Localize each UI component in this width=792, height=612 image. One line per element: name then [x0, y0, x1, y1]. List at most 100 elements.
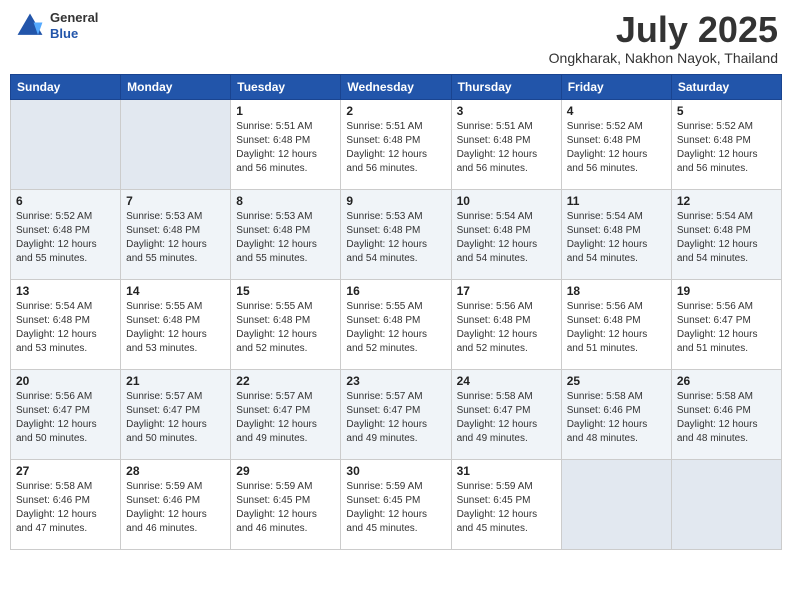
day-number: 27	[16, 464, 115, 478]
day-header-sunday: Sunday	[11, 74, 121, 99]
day-info: Sunrise: 5:56 AM Sunset: 6:48 PM Dayligh…	[457, 300, 556, 356]
page-header: General Blue July 2025 Ongkharak, Nakhon…	[10, 10, 782, 66]
day-cell: 26 Sunrise: 5:58 AM Sunset: 6:46 PM Dayli…	[671, 369, 781, 459]
day-info: Sunrise: 5:56 AM Sunset: 6:48 PM Dayligh…	[567, 300, 666, 356]
day-info: Sunrise: 5:52 AM Sunset: 6:48 PM Dayligh…	[677, 120, 776, 176]
day-cell: 8 Sunrise: 5:53 AM Sunset: 6:48 PM Daylig…	[231, 189, 341, 279]
day-number: 8	[236, 194, 335, 208]
day-cell: 19Sunrise: 5:56 AM Sunset: 6:47 PM Dayli…	[671, 279, 781, 369]
day-cell: 30Sunrise: 5:59 AM Sunset: 6:45 PM Dayli…	[341, 459, 451, 549]
day-cell: 15 Sunrise: 5:55 AM Sunset: 6:48 PM Dayli…	[231, 279, 341, 369]
day-info: Sunrise: 5:57 AM Sunset: 6:47 PM Dayligh…	[236, 390, 335, 446]
day-number: 14	[126, 284, 225, 298]
day-number: 22	[236, 374, 335, 388]
day-info: Sunrise: 5:57 AM Sunset: 6:47 PM Dayligh…	[346, 390, 445, 446]
day-number: 31	[457, 464, 556, 478]
day-number: 7	[126, 194, 225, 208]
logo-general-text: General	[50, 10, 98, 26]
day-cell: 28 Sunrise: 5:59 AM Sunset: 6:46 PM Dayli…	[121, 459, 231, 549]
day-info: Sunrise: 5:54 AM Sunset: 6:48 PM Dayligh…	[457, 210, 556, 266]
day-header-monday: Monday	[121, 74, 231, 99]
day-cell: 21 Sunrise: 5:57 AM Sunset: 6:47 PM Dayli…	[121, 369, 231, 459]
day-number: 29	[236, 464, 335, 478]
title-block: July 2025 Ongkharak, Nakhon Nayok, Thail…	[549, 10, 778, 66]
day-cell: 25Sunrise: 5:58 AM Sunset: 6:46 PM Dayli…	[561, 369, 671, 459]
day-number: 13	[16, 284, 115, 298]
calendar-title: July 2025	[549, 10, 778, 50]
day-cell: 23 Sunrise: 5:57 AM Sunset: 6:47 PM Dayli…	[341, 369, 451, 459]
empty-cell	[671, 459, 781, 549]
day-number: 23	[346, 374, 445, 388]
day-cell: 20 Sunrise: 5:56 AM Sunset: 6:47 PM Dayli…	[11, 369, 121, 459]
day-cell: 11 Sunrise: 5:54 AM Sunset: 6:48 PM Dayli…	[561, 189, 671, 279]
calendar-week-row: 13 Sunrise: 5:54 AM Sunset: 6:48 PM Dayli…	[11, 279, 782, 369]
day-cell: 1Sunrise: 5:51 AM Sunset: 6:48 PM Daylig…	[231, 99, 341, 189]
day-cell: 6 Sunrise: 5:52 AM Sunset: 6:48 PM Daylig…	[11, 189, 121, 279]
day-info: Sunrise: 5:51 AM Sunset: 6:48 PM Dayligh…	[236, 120, 335, 176]
day-info: Sunrise: 5:55 AM Sunset: 6:48 PM Dayligh…	[236, 300, 335, 356]
empty-cell	[121, 99, 231, 189]
day-info: Sunrise: 5:54 AM Sunset: 6:48 PM Dayligh…	[677, 210, 776, 266]
day-number: 26	[677, 374, 776, 388]
day-info: Sunrise: 5:54 AM Sunset: 6:48 PM Dayligh…	[16, 300, 115, 356]
logo-text: General Blue	[50, 10, 98, 41]
day-info: Sunrise: 5:57 AM Sunset: 6:47 PM Dayligh…	[126, 390, 225, 446]
day-info: Sunrise: 5:59 AM Sunset: 6:46 PM Dayligh…	[126, 480, 225, 536]
day-info: Sunrise: 5:52 AM Sunset: 6:48 PM Dayligh…	[16, 210, 115, 266]
day-cell: 27 Sunrise: 5:58 AM Sunset: 6:46 PM Dayli…	[11, 459, 121, 549]
calendar-header-row: SundayMondayTuesdayWednesdayThursdayFrid…	[11, 74, 782, 99]
day-header-saturday: Saturday	[671, 74, 781, 99]
day-info: Sunrise: 5:56 AM Sunset: 6:47 PM Dayligh…	[16, 390, 115, 446]
day-cell: 18 Sunrise: 5:56 AM Sunset: 6:48 PM Dayli…	[561, 279, 671, 369]
day-info: Sunrise: 5:52 AM Sunset: 6:48 PM Dayligh…	[567, 120, 666, 176]
day-number: 2	[346, 104, 445, 118]
day-info: Sunrise: 5:53 AM Sunset: 6:48 PM Dayligh…	[236, 210, 335, 266]
day-header-wednesday: Wednesday	[341, 74, 451, 99]
day-number: 15	[236, 284, 335, 298]
day-number: 11	[567, 194, 666, 208]
day-cell: 16 Sunrise: 5:55 AM Sunset: 6:48 PM Dayli…	[341, 279, 451, 369]
day-info: Sunrise: 5:56 AM Sunset: 6:47 PM Dayligh…	[677, 300, 776, 356]
day-info: Sunrise: 5:58 AM Sunset: 6:47 PM Dayligh…	[457, 390, 556, 446]
day-cell: 3Sunrise: 5:51 AM Sunset: 6:48 PM Daylig…	[451, 99, 561, 189]
logo-blue-text: Blue	[50, 26, 98, 42]
day-info: Sunrise: 5:58 AM Sunset: 6:46 PM Dayligh…	[16, 480, 115, 536]
day-number: 28	[126, 464, 225, 478]
calendar-week-row: 27 Sunrise: 5:58 AM Sunset: 6:46 PM Dayli…	[11, 459, 782, 549]
day-header-tuesday: Tuesday	[231, 74, 341, 99]
day-number: 20	[16, 374, 115, 388]
day-cell: 2 Sunrise: 5:51 AM Sunset: 6:48 PM Daylig…	[341, 99, 451, 189]
day-cell: 24Sunrise: 5:58 AM Sunset: 6:47 PM Dayli…	[451, 369, 561, 459]
empty-cell	[561, 459, 671, 549]
day-cell: 17Sunrise: 5:56 AM Sunset: 6:48 PM Dayli…	[451, 279, 561, 369]
day-number: 18	[567, 284, 666, 298]
day-info: Sunrise: 5:58 AM Sunset: 6:46 PM Dayligh…	[567, 390, 666, 446]
day-number: 12	[677, 194, 776, 208]
day-info: Sunrise: 5:55 AM Sunset: 6:48 PM Dayligh…	[126, 300, 225, 356]
day-info: Sunrise: 5:51 AM Sunset: 6:48 PM Dayligh…	[346, 120, 445, 176]
day-cell: 22 Sunrise: 5:57 AM Sunset: 6:47 PM Dayli…	[231, 369, 341, 459]
day-number: 4	[567, 104, 666, 118]
day-info: Sunrise: 5:58 AM Sunset: 6:46 PM Dayligh…	[677, 390, 776, 446]
day-header-friday: Friday	[561, 74, 671, 99]
day-info: Sunrise: 5:54 AM Sunset: 6:48 PM Dayligh…	[567, 210, 666, 266]
calendar-week-row: 20 Sunrise: 5:56 AM Sunset: 6:47 PM Dayli…	[11, 369, 782, 459]
day-number: 21	[126, 374, 225, 388]
day-info: Sunrise: 5:59 AM Sunset: 6:45 PM Dayligh…	[346, 480, 445, 536]
day-cell: 10Sunrise: 5:54 AM Sunset: 6:48 PM Dayli…	[451, 189, 561, 279]
day-cell: 5Sunrise: 5:52 AM Sunset: 6:48 PM Daylig…	[671, 99, 781, 189]
empty-cell	[11, 99, 121, 189]
day-number: 16	[346, 284, 445, 298]
logo-icon	[14, 10, 46, 42]
day-info: Sunrise: 5:53 AM Sunset: 6:48 PM Dayligh…	[346, 210, 445, 266]
day-cell: 29 Sunrise: 5:59 AM Sunset: 6:45 PM Dayli…	[231, 459, 341, 549]
day-cell: 31Sunrise: 5:59 AM Sunset: 6:45 PM Dayli…	[451, 459, 561, 549]
calendar-location: Ongkharak, Nakhon Nayok, Thailand	[549, 50, 778, 66]
day-info: Sunrise: 5:55 AM Sunset: 6:48 PM Dayligh…	[346, 300, 445, 356]
logo: General Blue	[14, 10, 98, 42]
day-cell: 7 Sunrise: 5:53 AM Sunset: 6:48 PM Daylig…	[121, 189, 231, 279]
day-info: Sunrise: 5:53 AM Sunset: 6:48 PM Dayligh…	[126, 210, 225, 266]
day-number: 6	[16, 194, 115, 208]
day-info: Sunrise: 5:59 AM Sunset: 6:45 PM Dayligh…	[236, 480, 335, 536]
calendar-week-row: 6 Sunrise: 5:52 AM Sunset: 6:48 PM Daylig…	[11, 189, 782, 279]
